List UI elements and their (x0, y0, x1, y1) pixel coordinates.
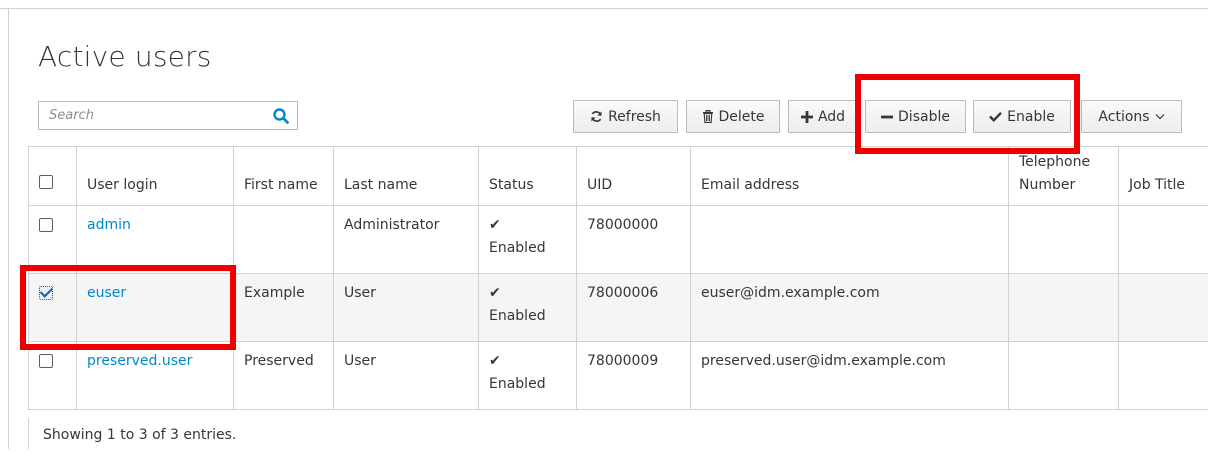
column-header-first-name[interactable]: First name (234, 147, 334, 206)
status-text: Enabled (489, 308, 546, 324)
last-name-cell: User (334, 342, 479, 410)
user-login-cell: admin (77, 206, 234, 274)
search-icon[interactable] (271, 106, 291, 126)
table-row: euser Example User ✔ Enabled 78000006 eus… (29, 274, 1208, 342)
pagination-info: Showing 1 to 3 of 3 entries. (43, 427, 236, 443)
status-text: Enabled (489, 240, 546, 256)
actions-dropdown-button[interactable]: Actions (1081, 100, 1182, 133)
column-header-telephone[interactable]: Telephone Number (1009, 147, 1119, 206)
telephone-cell (1009, 342, 1119, 410)
trash-icon (702, 110, 714, 123)
select-all-cell (29, 147, 77, 206)
status-text: Enabled (489, 376, 546, 392)
email-cell (691, 206, 1009, 274)
disable-button[interactable]: Disable (865, 100, 966, 133)
column-header-job-title[interactable]: Job Title (1119, 147, 1208, 206)
status-cell: ✔ Enabled (479, 274, 577, 342)
table-row: admin Administrator ✔ Enabled 78000000 (29, 206, 1208, 274)
telephone-cell (1009, 206, 1119, 274)
check-icon: ✔ (489, 350, 566, 373)
table-header-row: User login First name Last name Status U… (29, 147, 1208, 206)
users-table: User login First name Last name Status U… (28, 146, 1208, 410)
email-cell: preserved.user@idm.example.com (691, 342, 1009, 410)
email-cell: euser@idm.example.com (691, 274, 1009, 342)
minus-icon (881, 111, 893, 123)
chevron-down-icon (1155, 113, 1165, 120)
page-title: Active users (38, 40, 212, 73)
last-name-cell: Administrator (334, 206, 479, 274)
user-login-link[interactable]: admin (87, 217, 131, 233)
row-checkbox[interactable] (39, 354, 53, 368)
disable-label: Disable (898, 109, 950, 125)
check-icon: ✔ (489, 282, 566, 305)
search-box (38, 101, 298, 130)
first-name-cell (234, 206, 334, 274)
delete-label: Delete (719, 109, 765, 125)
add-label: Add (818, 109, 845, 125)
check-icon: ✔ (489, 214, 566, 237)
refresh-button[interactable]: Refresh (573, 100, 678, 133)
row-select-cell (29, 206, 77, 274)
job-title-cell (1119, 206, 1208, 274)
row-select-cell (29, 274, 77, 342)
column-header-status[interactable]: Status (479, 147, 577, 206)
user-login-cell: euser (77, 274, 234, 342)
uid-cell: 78000000 (577, 206, 691, 274)
column-header-last-name[interactable]: Last name (334, 147, 479, 206)
user-login-link[interactable]: preserved.user (87, 353, 192, 369)
column-header-user-login[interactable]: User login (77, 147, 234, 206)
refresh-label: Refresh (608, 109, 661, 125)
refresh-icon (590, 110, 603, 123)
user-login-cell: preserved.user (77, 342, 234, 410)
row-select-cell (29, 342, 77, 410)
row-checkbox[interactable] (39, 286, 53, 300)
delete-button[interactable]: Delete (686, 100, 780, 133)
user-login-link[interactable]: euser (87, 285, 126, 301)
column-header-email[interactable]: Email address (691, 147, 1009, 206)
uid-cell: 78000006 (577, 274, 691, 342)
table-row: preserved.user Preserved User ✔ Enabled 7… (29, 342, 1208, 410)
search-input[interactable] (39, 102, 261, 129)
job-title-cell (1119, 274, 1208, 342)
table-footer: Showing 1 to 3 of 3 entries. (28, 418, 1208, 449)
status-cell: ✔ Enabled (479, 342, 577, 410)
enable-label: Enable (1007, 109, 1055, 125)
actions-label: Actions (1098, 109, 1149, 125)
enable-button[interactable]: Enable (973, 100, 1071, 133)
first-name-cell: Example (234, 274, 334, 342)
content-frame-left-border (8, 8, 9, 449)
plus-icon (801, 111, 813, 123)
row-checkbox[interactable] (39, 218, 53, 232)
first-name-cell: Preserved (234, 342, 334, 410)
telephone-cell (1009, 274, 1119, 342)
last-name-cell: User (334, 274, 479, 342)
job-title-cell (1119, 342, 1208, 410)
add-button[interactable]: Add (788, 100, 858, 133)
uid-cell: 78000009 (577, 342, 691, 410)
column-header-uid[interactable]: UID (577, 147, 691, 206)
check-icon (989, 111, 1002, 122)
select-all-checkbox[interactable] (39, 175, 53, 189)
content-frame-top-border (0, 8, 1208, 9)
status-cell: ✔ Enabled (479, 206, 577, 274)
